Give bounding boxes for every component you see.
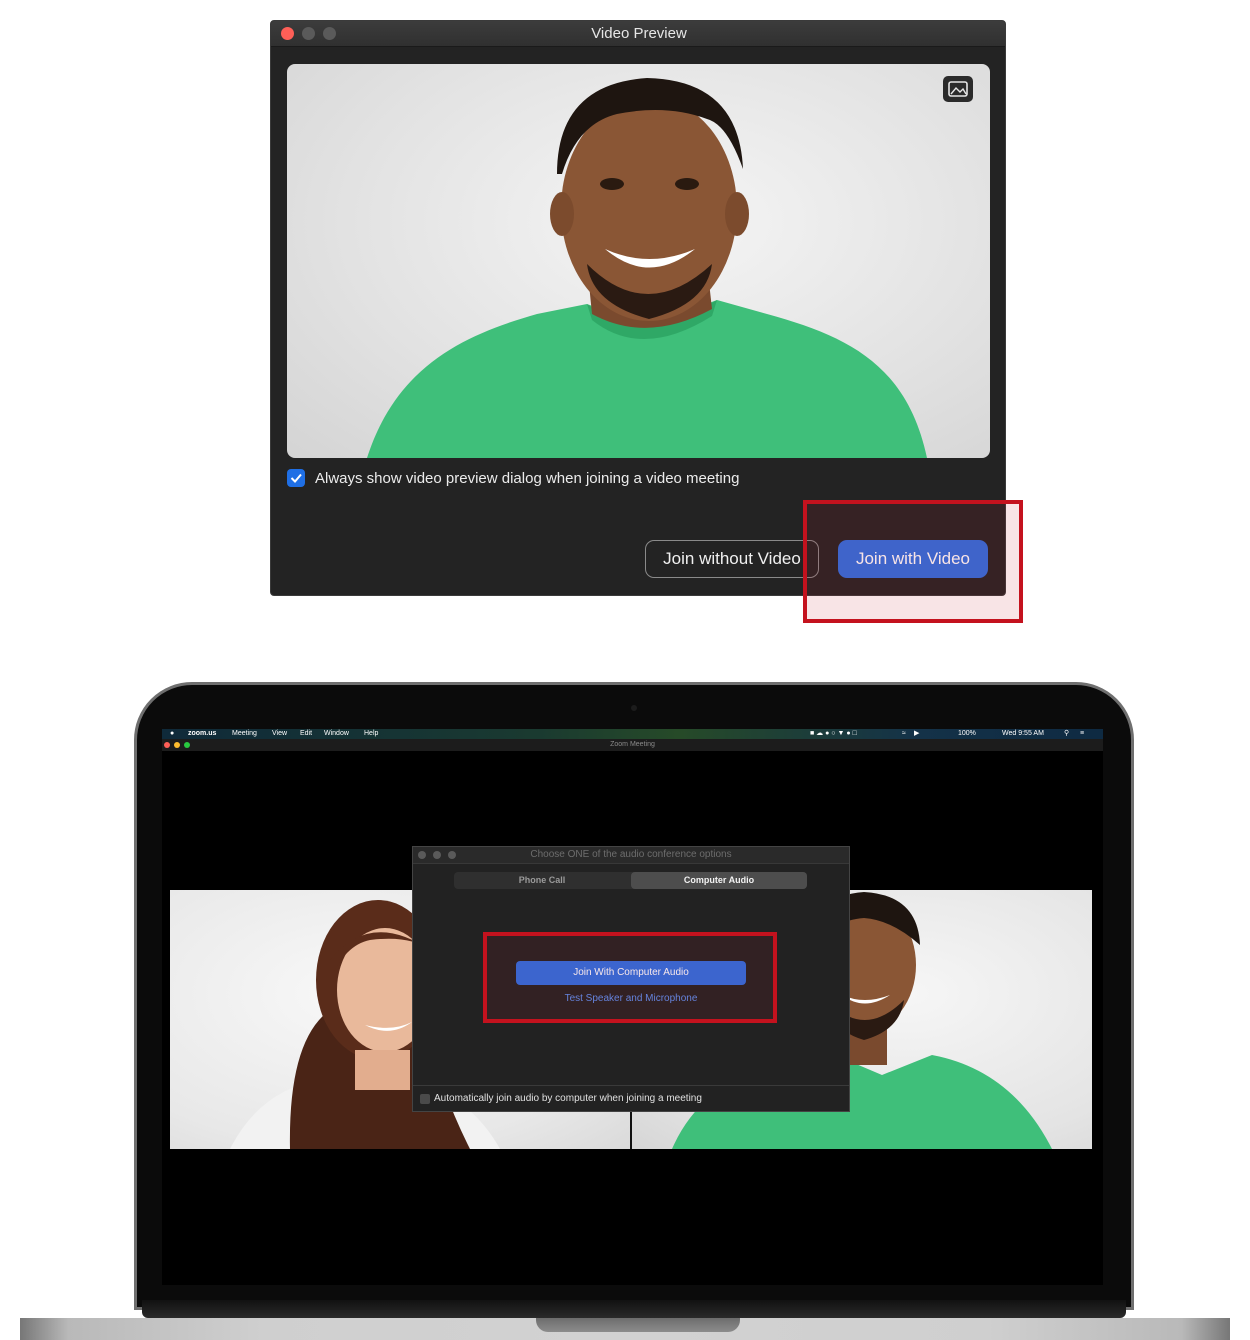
status-icons[interactable]: ■ ☁ ● ○ ▼ ● □ [810, 729, 857, 739]
menu-item-help[interactable]: Help [364, 729, 378, 739]
notification-center-icon[interactable]: ≡ [1080, 729, 1084, 739]
menu-item-view[interactable]: View [272, 729, 287, 739]
spotlight-search-icon[interactable]: ⚲ [1064, 729, 1069, 739]
laptop-camera [631, 705, 637, 711]
virtual-background-button[interactable] [943, 76, 973, 102]
auto-join-audio-label: Automatically join audio by computer whe… [434, 1093, 702, 1104]
audio-zoom-button[interactable] [448, 851, 456, 859]
clock[interactable]: Wed 9:55 AM [1002, 729, 1044, 739]
menu-item-meeting[interactable]: Meeting [232, 729, 257, 739]
always-show-preview-label: Always show video preview dialog when jo… [315, 470, 740, 487]
zoom-maximize-button[interactable] [184, 742, 190, 748]
laptop-hinge [142, 1300, 1126, 1318]
laptop-screen: ● zoom.us Meeting View Edit Window Help … [162, 729, 1103, 1285]
audio-tabs: Phone Call Computer Audio [454, 872, 807, 889]
zoom-minimize-button[interactable] [174, 742, 180, 748]
mac-menu-bar: ● zoom.us Meeting View Edit Window Help … [162, 729, 1103, 739]
highlight-box-join-audio [483, 932, 777, 1023]
menu-item-edit[interactable]: Edit [300, 729, 312, 739]
zoom-meeting-title-bar: Zoom Meeting [162, 739, 1103, 751]
image-background-icon [948, 81, 968, 97]
auto-join-audio-checkbox[interactable] [420, 1094, 430, 1104]
zoom-window-title: Zoom Meeting [610, 741, 655, 748]
battery-percent: 100% [958, 730, 976, 737]
menu-item-window[interactable]: Window [324, 729, 349, 739]
audio-close-button[interactable] [418, 851, 426, 859]
laptop-notch [536, 1318, 740, 1332]
audio-minimize-button[interactable] [433, 851, 441, 859]
audio-dialog-title: Choose ONE of the audio conference optio… [413, 847, 849, 864]
person-video-image [367, 78, 927, 458]
join-without-video-button[interactable]: Join without Video [645, 540, 819, 578]
dialog-divider [413, 1085, 849, 1086]
volume-icon[interactable]: ▶ [914, 729, 919, 739]
tab-phone-call[interactable]: Phone Call [454, 872, 630, 889]
app-menu[interactable]: zoom.us [188, 729, 216, 739]
tab-computer-audio[interactable]: Computer Audio [631, 872, 807, 889]
checkmark-icon [290, 473, 302, 483]
zoom-close-button[interactable] [164, 742, 170, 748]
highlight-box-join-with-video [803, 500, 1023, 623]
apple-icon[interactable]: ● [170, 729, 174, 739]
always-show-preview-checkbox[interactable] [287, 469, 305, 487]
camera-preview [287, 64, 990, 458]
window-title: Video Preview [591, 25, 687, 42]
wifi-icon[interactable]: ≈ [902, 729, 906, 739]
